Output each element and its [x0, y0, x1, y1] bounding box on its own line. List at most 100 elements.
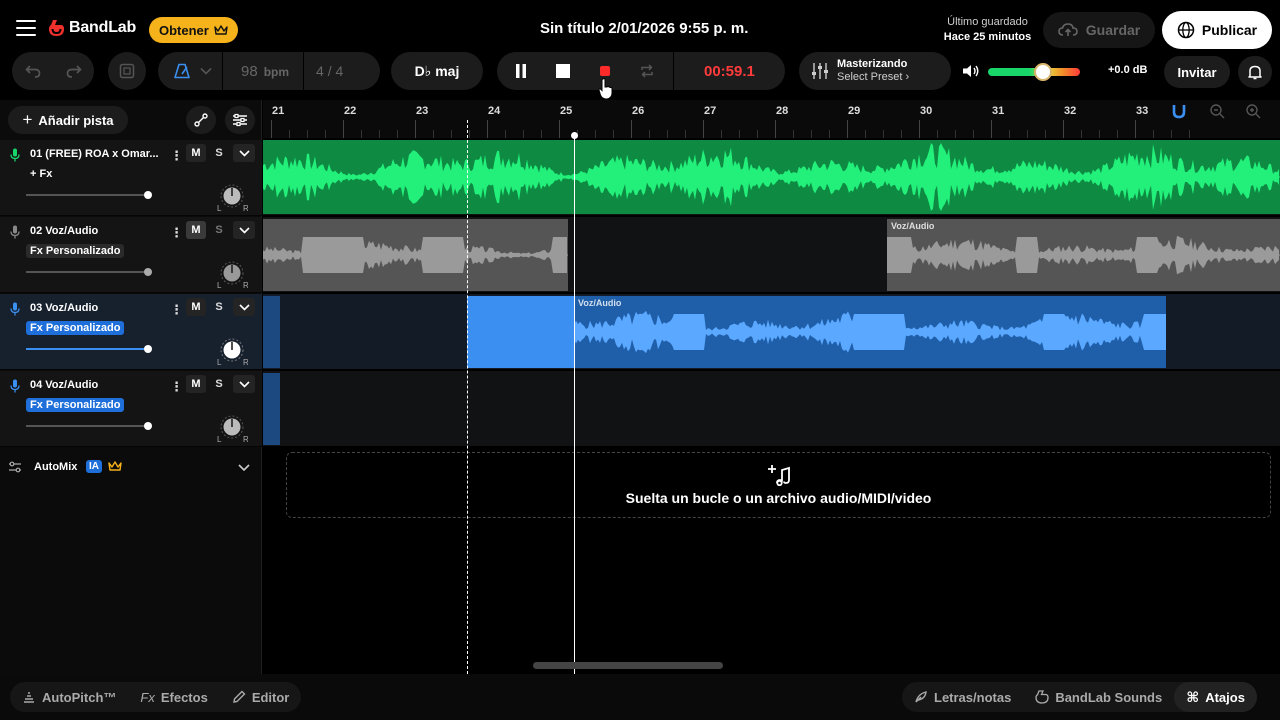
zoom-in-icon[interactable] [1245, 103, 1261, 119]
drop-zone[interactable]: Suelta un bucle o un archivo audio/MIDI/… [286, 452, 1271, 518]
solo-button[interactable]: S [209, 144, 229, 162]
key-selector[interactable]: D♭ maj [391, 52, 483, 90]
expand-track-button[interactable] [233, 375, 255, 393]
horizontal-scrollbar[interactable] [533, 662, 723, 669]
pan-knob[interactable]: LR [216, 413, 248, 443]
audio-clip[interactable]: Voz/Audio [887, 219, 1280, 291]
track-name[interactable]: 03 Voz/Audio [30, 302, 166, 314]
track-lane-04[interactable] [263, 371, 1280, 447]
mute-button[interactable]: M [186, 298, 206, 316]
invite-button[interactable]: Invitar [1164, 56, 1230, 88]
volume-knob[interactable] [144, 268, 152, 276]
time-signature[interactable]: 4 / 4 [316, 63, 343, 79]
track-header-03[interactable]: 03 Voz/Audio ⋮ M S Fx Personalizado LR [0, 294, 262, 370]
track-volume-slider[interactable] [26, 345, 152, 353]
pause-button[interactable] [505, 56, 537, 86]
undo-button[interactable] [17, 56, 49, 86]
beat-tick [955, 130, 956, 138]
track-name[interactable]: 01 (FREE) ROA x Omar... [30, 148, 166, 160]
solo-button[interactable]: S [209, 298, 229, 316]
mute-button[interactable]: M [186, 375, 206, 393]
track-header-04[interactable]: 04 Voz/Audio ⋮ M S Fx Personalizado LR [0, 371, 262, 447]
pan-knob[interactable]: LR [216, 336, 248, 366]
fx-preset-button[interactable]: Fx Personalizado [26, 398, 125, 412]
track-lane-02[interactable]: Voz/Audio [263, 217, 1280, 293]
audio-clip[interactable] [263, 219, 568, 291]
add-track-button[interactable]: + Añadir pista [8, 106, 128, 134]
snap-magnet-icon[interactable] [1171, 103, 1187, 119]
audio-clip-fragment[interactable] [263, 373, 280, 445]
audio-clip[interactable]: Voz/Audio [574, 296, 1166, 368]
editor-button[interactable]: Editor [220, 682, 302, 712]
selection-region[interactable] [467, 296, 574, 368]
track-lane-01[interactable] [263, 140, 1280, 216]
loop-button[interactable] [631, 56, 663, 86]
zoom-out-icon[interactable] [1209, 103, 1225, 119]
automix-row[interactable]: AutoMix IA [0, 450, 262, 484]
playhead-handle[interactable] [571, 132, 578, 139]
track-volume-slider[interactable] [26, 191, 152, 199]
effects-button[interactable]: Fx Efectos [128, 682, 219, 712]
volume-knob[interactable] [144, 345, 152, 353]
loop-marker-line[interactable] [467, 120, 468, 674]
bandlab-sounds-button[interactable]: BandLab Sounds [1023, 682, 1174, 712]
track-options-icon[interactable]: ⋮ [170, 302, 183, 318]
track-lane-03[interactable]: Voz/Audio [263, 294, 1280, 370]
project-title[interactable]: Sin título 2/01/2026 9:55 p. m. [540, 20, 748, 37]
get-membership-button[interactable]: Obtener [149, 17, 238, 43]
solo-button[interactable]: S [209, 375, 229, 393]
automation-button[interactable] [186, 106, 216, 134]
audio-clip[interactable] [263, 140, 1280, 214]
track-options-icon[interactable]: ⋮ [170, 225, 183, 241]
master-volume-knob[interactable] [1034, 63, 1053, 81]
bpm-field[interactable]: 98 bpm [241, 63, 289, 80]
stop-button[interactable] [547, 56, 579, 86]
track-options-icon[interactable]: ⋮ [170, 148, 183, 164]
mastering-button[interactable]: Masterizando Select Preset › [799, 52, 951, 90]
volume-knob[interactable] [144, 191, 152, 199]
fx-preset-button[interactable]: Fx Personalizado [26, 244, 125, 258]
volume-knob[interactable] [144, 422, 152, 430]
expand-track-button[interactable] [233, 298, 255, 316]
view-toggle-button[interactable] [108, 52, 146, 90]
bandlab-logo[interactable]: BandLab [48, 18, 136, 38]
fx-button[interactable]: + Fx [26, 167, 56, 181]
track-name[interactable]: 02 Voz/Audio [30, 225, 166, 237]
redo-button[interactable] [58, 56, 90, 86]
metronome-chevron-icon[interactable] [200, 67, 212, 75]
mute-button[interactable]: M [186, 221, 206, 239]
track-volume-slider[interactable] [26, 268, 152, 276]
fx-preset-button[interactable]: Fx Personalizado [26, 321, 125, 335]
master-volume-slider[interactable] [988, 63, 1080, 81]
mute-button[interactable]: M [186, 144, 206, 162]
expand-track-button[interactable] [233, 221, 255, 239]
shortcuts-button[interactable]: ⌘ Atajos [1174, 682, 1257, 712]
notifications-button[interactable] [1238, 56, 1272, 88]
track-header-01[interactable]: 01 (FREE) ROA x Omar... ⋮ M S + Fx LR [0, 140, 262, 216]
solo-button[interactable]: S [209, 221, 229, 239]
publish-button[interactable]: Publicar [1162, 11, 1272, 49]
autopitch-button[interactable]: AutoPitch™ [10, 682, 128, 712]
lyrics-button[interactable]: Letras/notas [902, 682, 1023, 712]
track-options-icon[interactable]: ⋮ [170, 379, 183, 395]
command-key-icon: ⌘ [1186, 688, 1200, 705]
beat-tick [325, 130, 326, 138]
microphone-icon [10, 379, 20, 393]
track-name[interactable]: 04 Voz/Audio [30, 379, 166, 391]
metronome-button[interactable] [166, 56, 198, 86]
arrangement-view[interactable]: 21 22 23 24 25 26 27 28 29 30 31 32 33 Voz/Audio Voz… [263, 100, 1280, 674]
track-header-02[interactable]: 02 Voz/Audio ⋮ M S Fx Personalizado LR [0, 217, 262, 293]
mixer-button[interactable] [225, 106, 255, 134]
menu-icon[interactable] [16, 20, 36, 36]
chevron-down-icon[interactable] [238, 464, 250, 471]
playhead[interactable] [574, 133, 575, 674]
pan-knob[interactable]: LR [216, 182, 248, 212]
track-volume-slider[interactable] [26, 422, 152, 430]
time-display[interactable]: 00:59.1 [704, 63, 755, 80]
expand-track-button[interactable] [233, 144, 255, 162]
audio-clip-fragment[interactable] [263, 296, 280, 368]
pan-knob[interactable]: LR [216, 259, 248, 289]
save-button[interactable]: Guardar [1043, 12, 1155, 48]
timeline-ruler[interactable]: 21 22 23 24 25 26 27 28 29 30 31 32 33 [263, 100, 1280, 138]
speaker-icon[interactable] [962, 63, 980, 79]
